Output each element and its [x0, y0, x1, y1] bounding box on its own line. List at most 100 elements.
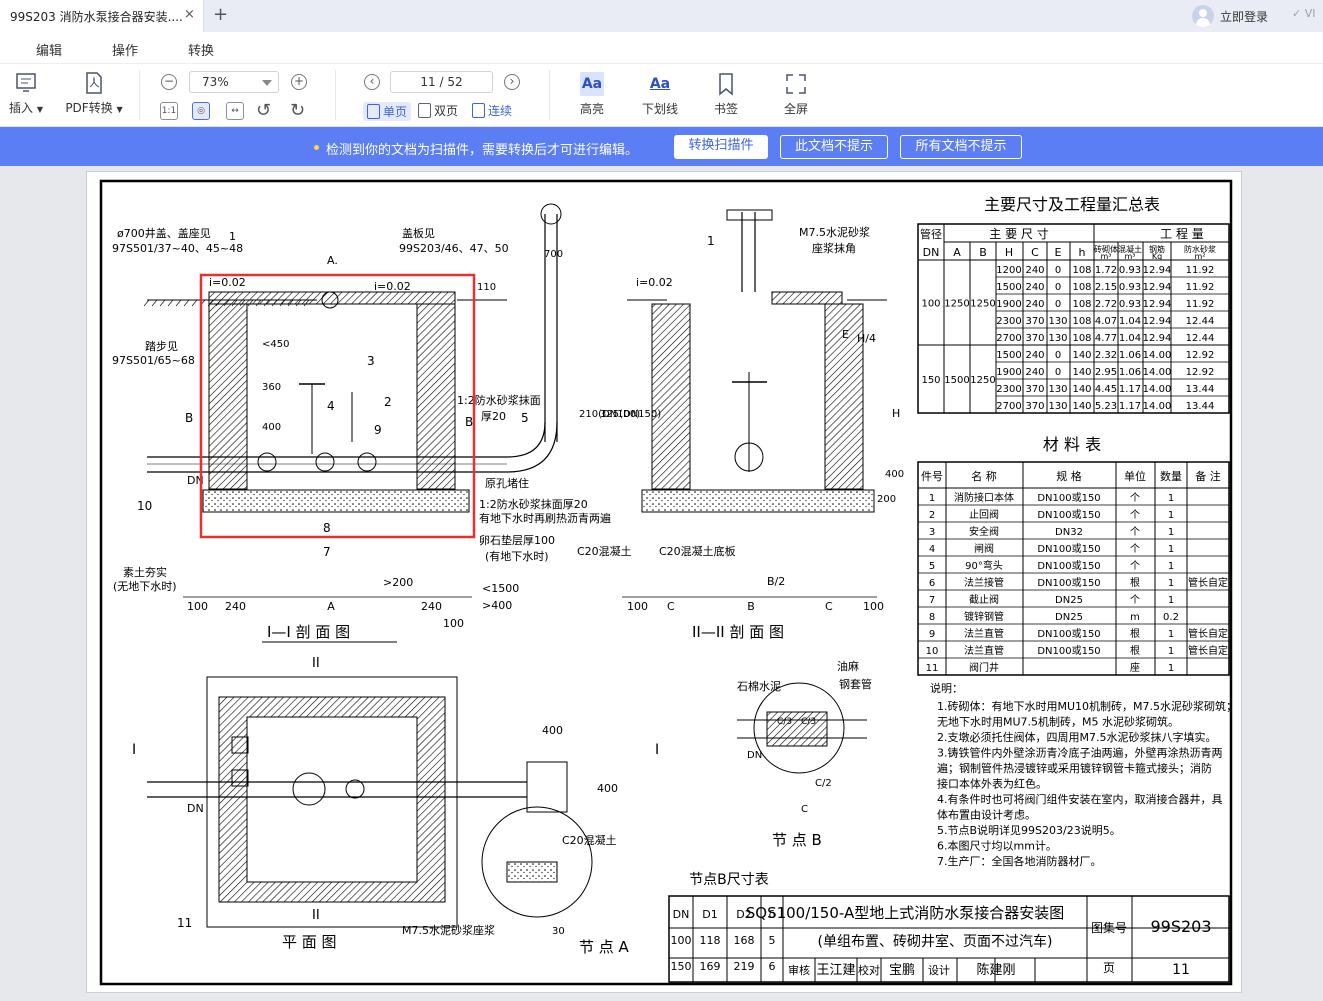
- sign-label: 审核: [788, 963, 810, 977]
- summary-cell: 11.92: [1186, 265, 1215, 276]
- single-page-label: 单页: [383, 105, 408, 119]
- pdf-convert-button[interactable]: PDF转换 ▼: [62, 71, 126, 116]
- menu-operate[interactable]: 操作: [112, 40, 138, 59]
- plan-connector: [526, 761, 568, 813]
- left-wall: [208, 303, 248, 490]
- section-mark-i: I: [655, 742, 659, 758]
- continuous-button[interactable]: 连续: [472, 102, 512, 119]
- dim-b: B: [747, 600, 755, 613]
- divider: [335, 70, 336, 120]
- summary-cell: 1.72: [1095, 265, 1117, 276]
- chevron-down-icon: [262, 80, 272, 86]
- menu-bar: 编辑 操作 转换: [0, 32, 1323, 64]
- menu-edit[interactable]: 编辑: [36, 40, 62, 59]
- summary-cell: 0: [1055, 367, 1061, 378]
- summary-cell: 12.94: [1143, 282, 1172, 293]
- bookmark-icon: [719, 73, 733, 96]
- insert-button[interactable]: 插入 ▼: [6, 71, 46, 116]
- material-cell: 1: [1168, 544, 1174, 555]
- atlas-number: 99S203: [1150, 917, 1211, 936]
- vip-badge[interactable]: ✓ VI: [1292, 7, 1316, 20]
- summary-unit: Kg: [1152, 252, 1162, 261]
- summary-cell: 240: [1025, 350, 1044, 361]
- summary-cell: 12.92: [1186, 367, 1215, 378]
- summary-cell: 1500: [996, 282, 1021, 293]
- summary-cell: 14.00: [1143, 350, 1172, 361]
- material-cell: 截止阀: [969, 593, 999, 606]
- single-page-button[interactable]: 单页: [363, 102, 412, 121]
- label-manhole: ø700井盖、盖座见: [117, 226, 211, 240]
- dim-400: 400: [597, 782, 618, 795]
- underline-button[interactable]: Aa 下划线: [638, 72, 682, 117]
- part-no-8: 8: [323, 521, 331, 535]
- material-cell: 7: [929, 595, 935, 606]
- rotate-right-icon[interactable]: ↻: [290, 100, 305, 121]
- material-cell: 法兰直管: [964, 644, 1004, 657]
- summary-cell: 140: [1072, 367, 1091, 378]
- menu-convert[interactable]: 转换: [188, 40, 214, 59]
- dim-400: >400: [482, 599, 512, 612]
- document-tab[interactable]: 99S203 消防水泵接合器安装.... ×: [0, 0, 204, 32]
- drawing-subtitle: (单组布置、砖砌井室、页面不过汽车): [818, 933, 1053, 950]
- dim-30: 30: [552, 926, 565, 937]
- highlight-button[interactable]: Aa 高亮: [572, 72, 612, 117]
- divider: [139, 70, 140, 120]
- avatar-icon: [1192, 5, 1214, 27]
- label-cover: 盖板见: [402, 226, 435, 240]
- material-cell: 2: [929, 510, 935, 521]
- summary-subheader: C: [1031, 246, 1039, 259]
- bookmark-button[interactable]: 书签: [706, 72, 746, 117]
- dismiss-all-button[interactable]: 所有文档不提示: [900, 135, 1022, 159]
- double-page-button[interactable]: 双页: [418, 102, 458, 119]
- note-line: 遍；钢制管件热浸镀锌或采用镀锌钢管卡箍式接头；消防: [937, 761, 1212, 775]
- dim-400: 400: [885, 469, 904, 480]
- fullscreen-button[interactable]: 全屏: [776, 72, 816, 117]
- new-tab-button[interactable]: +: [213, 4, 228, 25]
- summary-cell: 108: [1072, 316, 1091, 327]
- summary-cell: 0: [1055, 282, 1061, 293]
- material-cell: 安全阀: [969, 525, 999, 538]
- zoom-select[interactable]: 73%: [189, 71, 279, 93]
- node-b-sleeve: [766, 711, 828, 747]
- fit-page-icon[interactable]: ◎: [192, 102, 210, 120]
- rotate-left-icon[interactable]: ↺: [256, 100, 271, 121]
- summary-cell: 370: [1025, 333, 1044, 344]
- close-icon[interactable]: ×: [184, 7, 195, 22]
- label-hemp: 油麻: [837, 659, 859, 673]
- actual-size-icon[interactable]: 1:1: [160, 102, 178, 120]
- page-input[interactable]: 11 / 52: [390, 71, 493, 93]
- material-cell: 镀锌钢管: [964, 610, 1004, 623]
- login-area[interactable]: 立即登录: [1192, 5, 1268, 27]
- label-mortar: 1:2防水砂浆抹面: [457, 393, 541, 407]
- summary-cell: 1.17: [1119, 401, 1141, 412]
- convert-scan-button[interactable]: 转换扫描件: [674, 135, 768, 159]
- prev-page-icon[interactable]: ‹: [364, 74, 380, 90]
- tab-title: 99S203 消防水泵接合器安装....: [10, 10, 183, 24]
- dim-c3: C/3: [801, 717, 816, 727]
- sign-label: 校对: [858, 963, 880, 977]
- dismiss-doc-button[interactable]: 此文档不提示: [780, 135, 888, 159]
- dim-c2: C/2: [815, 778, 832, 789]
- dim-400: 400: [542, 724, 563, 737]
- material-cell: 管长自定: [1188, 576, 1228, 589]
- login-link[interactable]: 立即登录: [1220, 8, 1268, 25]
- nodeb-cell: 118: [700, 934, 721, 947]
- next-page-icon[interactable]: ›: [504, 74, 520, 90]
- summary-cell: 1900: [996, 367, 1021, 378]
- fit-width-icon[interactable]: ↔: [226, 102, 244, 120]
- note-line: 1.砖砌体：有地下水时用MU10机制砖，M7.5水泥砂浆砌筑；: [937, 699, 1237, 713]
- material-cell: 10: [926, 646, 939, 657]
- label-sleeve: 钢套管: [839, 677, 872, 691]
- document-viewer[interactable]: 主要尺寸及工程量汇总表 管径主 要 尺 寸工 程 量 DN A B H C Eh 砖砌体 混凝土钢…: [0, 166, 1323, 1001]
- material-cell: DN25: [1055, 612, 1083, 623]
- zoom-in-icon[interactable]: +: [291, 74, 307, 90]
- label-step: 踏步见: [145, 339, 178, 353]
- summary-cell: 130: [1048, 316, 1067, 327]
- pdf-icon: [86, 72, 102, 94]
- label-manhole-ref: 97S501/37~40、45~48: [112, 242, 243, 255]
- section-mark-ii: II: [312, 908, 320, 923]
- material-header: 规 格: [1056, 469, 1082, 483]
- notes-title: 说明：: [930, 681, 963, 695]
- zoom-out-icon[interactable]: −: [161, 74, 177, 90]
- underline-label: 下划线: [641, 102, 678, 116]
